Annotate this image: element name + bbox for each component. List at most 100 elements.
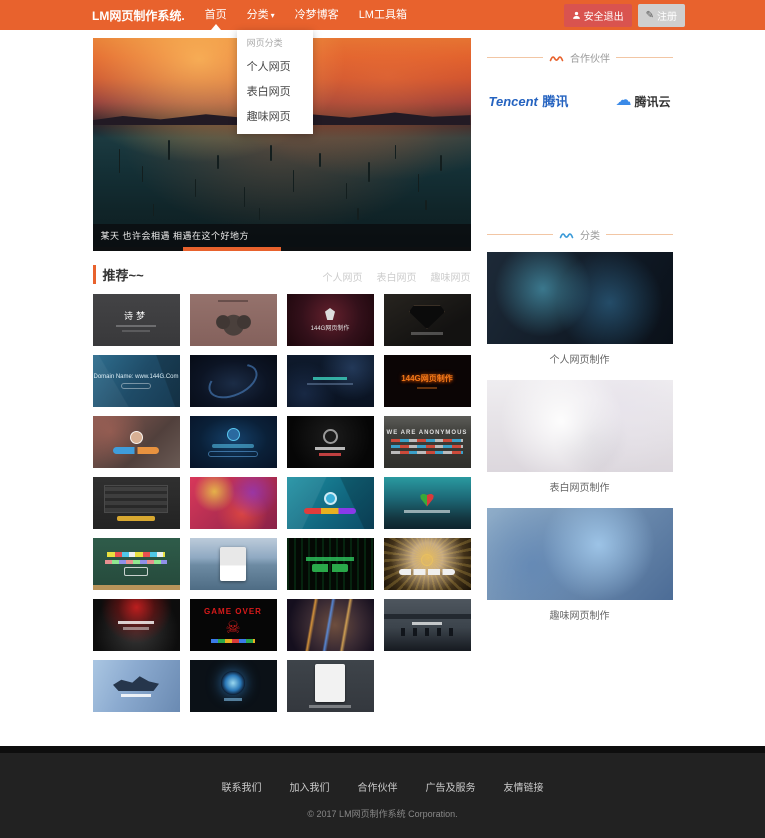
thumb-decor	[203, 357, 263, 406]
tencent-logo[interactable]: Tencent 腾讯	[489, 91, 569, 111]
thumb-matrix[interactable]	[287, 538, 374, 590]
nav-item-categories[interactable]: 分类▾ 网页分类 个人网页 表白网页 趣味网页	[237, 0, 285, 30]
thumb-domain-poly[interactable]: Domain Name: www.144G.Com	[93, 355, 180, 407]
wave-logo-icon	[559, 229, 574, 240]
thumb-decor	[104, 485, 168, 513]
pole-decoration	[168, 140, 170, 160]
category-image[interactable]	[487, 380, 673, 472]
footer: 联系我们 加入我们 合作伙伴 广告及服务 友情链接 © 2017 LM网页制作系…	[0, 746, 765, 838]
pole-decoration	[395, 145, 397, 159]
category-image[interactable]	[487, 508, 673, 600]
tab-confession[interactable]: 表白网页	[377, 269, 417, 284]
thumb-shimeng[interactable]: 诗梦	[93, 294, 180, 346]
thumb-decor	[421, 554, 433, 566]
thumb-superman[interactable]	[384, 294, 471, 346]
dropdown-item-fun[interactable]: 趣味网页	[237, 105, 313, 130]
pole-decoration	[195, 179, 197, 197]
pencil-icon: ✎	[646, 10, 654, 21]
thumb-pier-player[interactable]	[190, 538, 277, 590]
thumb-hacker-red[interactable]	[93, 599, 180, 651]
logout-button[interactable]: 安全退出	[564, 4, 632, 27]
thumb-gold-burst[interactable]	[384, 538, 471, 590]
chevron-down-icon: ▾	[271, 11, 275, 20]
thumb-decor	[124, 567, 148, 576]
dropdown-item-personal[interactable]: 个人网页	[237, 55, 313, 80]
nav-item-blog[interactable]: 冷梦博客	[285, 0, 349, 30]
thumb-decor	[391, 445, 463, 448]
thumb-decor	[391, 451, 463, 454]
sidebar-category-card: 趣味网页制作	[487, 508, 673, 624]
thumb-decor	[404, 510, 450, 513]
thumb-text: Domain Name: www.144G.Com	[93, 374, 178, 380]
tencent-cloud-logo[interactable]: ☁ 腾讯云	[615, 93, 670, 110]
thumb-teal-geometric[interactable]	[287, 477, 374, 529]
thumb-blue-orb[interactable]	[190, 660, 277, 712]
footer-link-join[interactable]: 加入我们	[290, 779, 330, 794]
pole-decoration	[153, 204, 155, 216]
thumb-decor	[315, 664, 345, 702]
thumb-decor	[211, 639, 255, 643]
thumb-decor	[218, 300, 248, 302]
thumb-decor	[399, 569, 455, 575]
brand-logo[interactable]: LM网页制作系统.	[92, 7, 185, 24]
thumb-decor	[420, 494, 434, 507]
thumb-decor	[121, 694, 151, 697]
thumb-text: ☠	[225, 619, 240, 636]
divider-line	[487, 234, 554, 235]
footer-link-friends[interactable]: 友情链接	[504, 779, 544, 794]
thumb-grunge-profile[interactable]	[93, 416, 180, 468]
footer-link-contact[interactable]: 联系我们	[222, 779, 262, 794]
thumb-decor	[212, 444, 254, 448]
nav-item-home[interactable]: 首页	[195, 0, 237, 30]
pole-decoration	[346, 183, 348, 199]
tab-fun[interactable]: 趣味网页	[431, 269, 471, 284]
pole-decoration	[142, 166, 144, 182]
thumb-profile-card[interactable]	[287, 660, 374, 712]
categories-section-header: 分类	[487, 227, 673, 242]
thumb-tech-login[interactable]	[190, 416, 277, 468]
categories-dropdown: 网页分类 个人网页 表白网页 趣味网页	[237, 30, 313, 134]
thumb-sky-island[interactable]	[93, 660, 180, 712]
thumb-flame-text[interactable]: 144G网页制作	[384, 355, 471, 407]
thumb-starfield[interactable]	[287, 355, 374, 407]
thumb-division-city[interactable]	[384, 599, 471, 651]
partners-title: 合作伙伴	[570, 50, 610, 65]
thumb-text: 144G网页制作	[311, 323, 350, 332]
nav-item-toolbox[interactable]: LM工具箱	[349, 0, 417, 30]
dropdown-header: 网页分类	[237, 34, 313, 55]
thumb-chalkboard[interactable]	[93, 538, 180, 590]
thumb-heart-landing[interactable]	[384, 477, 471, 529]
thumb-decor	[118, 621, 154, 624]
thumb-decor	[313, 377, 347, 380]
tab-personal[interactable]: 个人网页	[323, 269, 363, 284]
thumb-anonymous[interactable]: WE ARE ANONYMOUS	[384, 416, 471, 468]
category-cards: 个人网页制作表白网页制作趣味网页制作	[487, 252, 673, 624]
thumb-gameover[interactable]: GAME OVER☠	[190, 599, 277, 651]
hero-caption: 某天 也许会相遇 相遇在这个好地方	[93, 224, 471, 247]
footer-link-partners[interactable]: 合作伙伴	[358, 779, 398, 794]
carousel-progress-indicator[interactable]	[183, 247, 281, 251]
thumb-text: WE ARE ANONYMOUS	[387, 430, 468, 436]
pole-decoration	[440, 155, 442, 171]
thumb-anime-collage[interactable]	[190, 477, 277, 529]
thumb-monkey[interactable]	[190, 294, 277, 346]
wave-logo-icon	[549, 52, 564, 63]
footer-link-ads[interactable]: 广告及服务	[426, 779, 476, 794]
category-image[interactable]	[487, 252, 673, 344]
thumb-decor	[323, 429, 338, 444]
pole-decoration	[119, 149, 121, 173]
thumb-galaxy-spiral[interactable]	[190, 355, 277, 407]
pole-decoration	[319, 153, 321, 167]
thumb-nebula-comets[interactable]	[287, 599, 374, 651]
nav-home-label: 首页	[205, 9, 227, 21]
register-button[interactable]: ✎ 注册	[638, 4, 685, 27]
carousel-progress-track	[93, 247, 471, 251]
sidebar-category-card: 个人网页制作	[487, 252, 673, 368]
thumb-decor	[122, 330, 150, 332]
dropdown-item-confession[interactable]: 表白网页	[237, 80, 313, 105]
thumb-dark-homepage[interactable]	[287, 416, 374, 468]
thumb-decor	[315, 447, 345, 450]
thumb-144g-red[interactable]: 144G网页制作	[287, 294, 374, 346]
recommend-header: 推荐~~ 个人网页 表白网页 趣味网页	[93, 265, 471, 284]
thumb-rank-table[interactable]	[93, 477, 180, 529]
